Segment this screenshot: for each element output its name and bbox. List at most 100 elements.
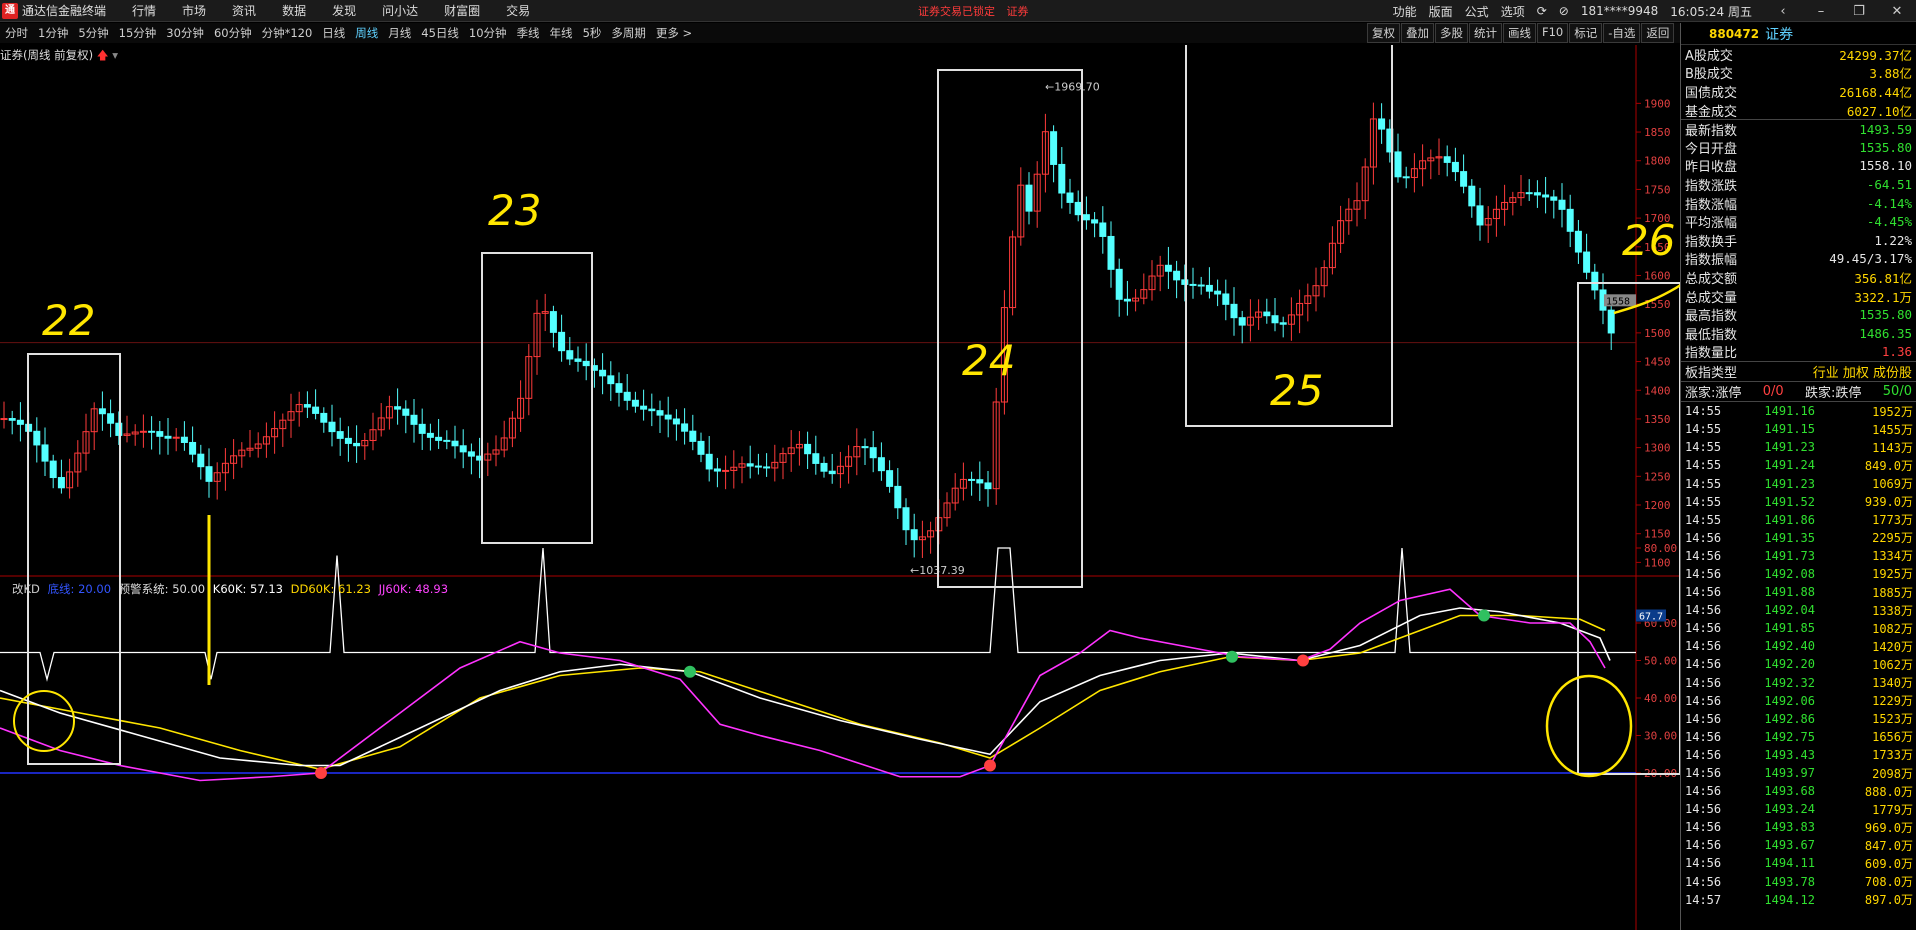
menu-shichang[interactable]: 市场	[182, 2, 206, 19]
candle-body	[410, 414, 418, 425]
candle-body	[1050, 131, 1058, 165]
menu-hangqing[interactable]: 行情	[132, 2, 156, 19]
quote-row-value: 24299.37亿	[1839, 47, 1912, 63]
period-tab-6[interactable]: 分钟*120	[257, 25, 318, 41]
account-label[interactable]: 181****9948	[1581, 4, 1658, 18]
menu-shuju[interactable]: 数据	[282, 2, 306, 19]
quote-row: 昨日收盘 1558.10	[1681, 157, 1916, 175]
candle-body	[180, 436, 188, 443]
quote-row: 最新指数 1493.59	[1681, 119, 1916, 139]
quote-row-label: 最新指数	[1685, 123, 1738, 139]
candle-body	[886, 470, 894, 487]
menu-gongneng[interactable]: 功能	[1393, 3, 1417, 20]
candle-body	[1607, 309, 1615, 334]
candle-body	[1550, 196, 1558, 201]
tick-row: 14:57 1494.12 897.0万	[1681, 891, 1916, 909]
period-tab-15[interactable]: 多周期	[606, 25, 651, 41]
tick-volume: 969.0万	[1864, 820, 1913, 835]
tick-price: 1492.20	[1764, 657, 1815, 672]
indicator-name[interactable]: 改KD	[12, 582, 40, 596]
period-tab-10[interactable]: 45日线	[416, 25, 464, 41]
tick-price: 1491.35	[1764, 530, 1815, 545]
quote-row-label: 最低指数	[1685, 327, 1738, 343]
period-tab-2[interactable]: 5分钟	[73, 25, 113, 41]
menu-wenxiaoda[interactable]: 问小达	[382, 2, 418, 19]
period-tab-13[interactable]: 年线	[545, 25, 578, 41]
tick-price: 1491.52	[1764, 494, 1815, 509]
tool-button-2[interactable]: 多股	[1435, 23, 1468, 43]
candle-body	[656, 410, 664, 416]
period-tab-1[interactable]: 1分钟	[33, 25, 73, 41]
candle-body	[582, 360, 590, 367]
period-tab-14[interactable]: 5秒	[578, 25, 607, 41]
candle-body	[1222, 293, 1230, 305]
candle-body	[549, 311, 557, 333]
tick-volume: 1523万	[1872, 712, 1913, 727]
refresh-icon[interactable]: ⟳	[1537, 4, 1547, 18]
period-tab-5[interactable]: 60分钟	[209, 25, 257, 41]
link-icon[interactable]: ⊘	[1559, 4, 1569, 18]
back-icon[interactable]: ‹	[1764, 4, 1802, 19]
annotation-label: 26	[1622, 216, 1675, 265]
candle-body	[1460, 171, 1468, 187]
candle-body	[1164, 264, 1172, 272]
chart-canvas[interactable]: 1900185018001750170016501600155015001450…	[0, 45, 1680, 930]
tick-time: 14:56	[1685, 874, 1722, 889]
price-tick-label: 1500	[1644, 327, 1671, 340]
tool-button-4[interactable]: 画线	[1503, 23, 1536, 43]
candle-body	[312, 406, 320, 414]
app-title: 通达信金融终端	[22, 4, 107, 18]
period-tab-3[interactable]: 15分钟	[114, 25, 162, 41]
period-tab-7[interactable]: 日线	[317, 25, 350, 41]
candle-body	[1197, 284, 1205, 287]
ind-tick-label: 80.00	[1644, 542, 1677, 555]
tool-button-5[interactable]: F10	[1537, 23, 1569, 43]
signal-dot	[1478, 609, 1490, 622]
candle-body	[713, 468, 721, 472]
tick-list[interactable]: 14:55 1491.16 1952万 14:55 1491.15 1455万 14:55 1…	[1681, 401, 1916, 909]
lock-alert[interactable]: 证券交易已锁定 证券	[918, 3, 1037, 19]
period-tab-0[interactable]: 分时	[0, 25, 33, 41]
kline-chart[interactable]: 证券(周线 前复权) 🡅 ▾ 1900 1850 1800 1750 1700 1650 1…	[0, 45, 1680, 930]
period-tab-4[interactable]: 30分钟	[161, 25, 209, 41]
menu-zixun[interactable]: 资讯	[232, 2, 256, 19]
tick-price: 1493.97	[1764, 766, 1815, 781]
tool-button-3[interactable]: 统计	[1469, 23, 1502, 43]
tick-price: 1491.85	[1764, 621, 1815, 636]
tool-button-1[interactable]: 叠加	[1401, 23, 1434, 43]
menu-jiaoyi[interactable]: 交易	[506, 2, 530, 19]
quote-row: 指数涨跌 -64.51	[1681, 175, 1916, 194]
tool-button-6[interactable]: 标记	[1569, 23, 1603, 43]
tick-time: 14:55	[1685, 494, 1722, 509]
quote-row-value: 1493.59	[1859, 121, 1912, 137]
period-tab-11[interactable]: 10分钟	[464, 25, 512, 41]
period-tab-12[interactable]: 季线	[512, 25, 545, 41]
menu-banmian[interactable]: 版面	[1429, 3, 1453, 20]
close-icon[interactable]: ✕	[1878, 4, 1916, 19]
menu-xuanxiang[interactable]: 选项	[1501, 3, 1525, 20]
tick-price: 1491.86	[1764, 512, 1815, 527]
menu-caifuquan[interactable]: 财富圈	[444, 2, 480, 19]
candle-body	[1443, 156, 1451, 163]
period-tab-16[interactable]: 更多 >	[651, 25, 697, 41]
candle-body	[328, 421, 336, 433]
menu-gongshi[interactable]: 公式	[1465, 3, 1489, 20]
restore-icon[interactable]: ❐	[1840, 4, 1878, 19]
quote-row: A股成交 24299.37亿	[1681, 45, 1916, 64]
tick-row: 14:55 1491.24 849.0万	[1681, 456, 1916, 474]
tick-price: 1493.24	[1764, 802, 1815, 817]
tick-row: 14:56 1491.35 2295万	[1681, 529, 1916, 547]
quote-row: 总成交额 356.81亿	[1681, 268, 1916, 287]
menu-faxian[interactable]: 发现	[332, 2, 356, 19]
period-tab-8[interactable]: 周线	[350, 25, 383, 41]
tool-button-7[interactable]: -自选	[1603, 23, 1641, 43]
tick-row: 14:56 1491.88 1885万	[1681, 583, 1916, 601]
tool-button-8[interactable]: 返回	[1641, 23, 1675, 43]
tick-time: 14:56	[1685, 548, 1722, 563]
minimize-icon[interactable]: –	[1802, 4, 1840, 19]
type-links[interactable]: 行业 加权 成份股	[1813, 362, 1912, 381]
period-tab-9[interactable]: 月线	[383, 25, 416, 41]
tool-button-0[interactable]: 复权	[1367, 23, 1400, 43]
tick-volume: 1455万	[1872, 422, 1913, 437]
quote-row-label: 平均涨幅	[1685, 216, 1738, 232]
